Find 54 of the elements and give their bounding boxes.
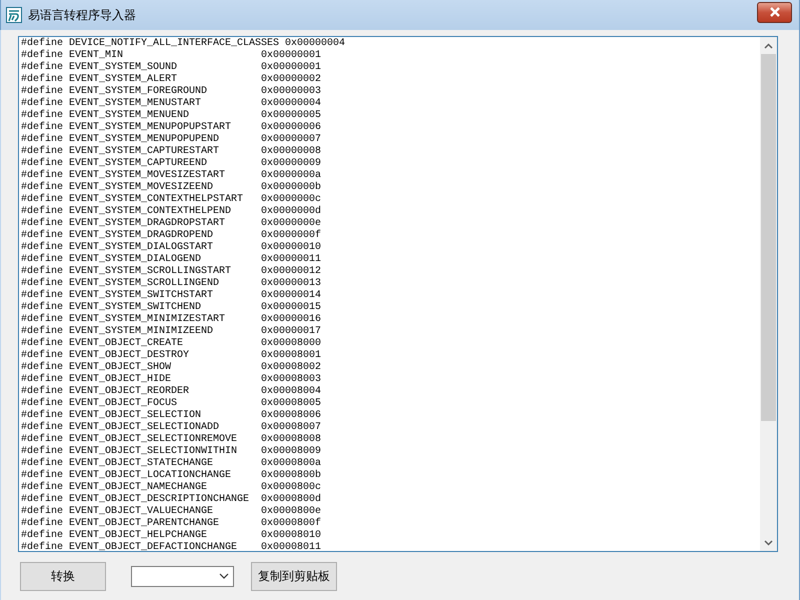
code-line: #define EVENT_OBJECT_SELECTIONADD 0x00008007: [21, 422, 322, 434]
code-line: #define EVENT_SYSTEM_MINIMIZESTART 0x00000016: [21, 314, 322, 326]
code-line: #define EVENT_SYSTEM_FOREGROUND 0x00000003: [21, 86, 322, 98]
code-line: #define EVENT_SYSTEM_CAPTURESTART 0x00000008: [21, 146, 322, 158]
code-line: #define EVENT_SYSTEM_DIALOGSTART 0x00000010: [21, 242, 322, 254]
scroll-up-icon[interactable]: [764, 42, 773, 48]
code-line: #define EVENT_SYSTEM_ALERT 0x00000002: [21, 74, 322, 86]
code-line: #define EVENT_OBJECT_NAMECHANGE 0x0000800c: [21, 482, 322, 494]
code-line: #define EVENT_OBJECT_SELECTIONREMOVE 0x00008008: [21, 434, 322, 446]
code-line: #define EVENT_SYSTEM_DRAGDROPEND 0x0000000f: [21, 230, 322, 242]
code-line: #define EVENT_MIN 0x00000001: [21, 50, 322, 62]
window-title: 易语言转程序导入器: [28, 6, 137, 24]
code-line: #define EVENT_SYSTEM_CAPTUREEND 0x00000009: [21, 158, 322, 170]
scrollbar-thumb[interactable]: [761, 54, 776, 421]
code-line: #define EVENT_SYSTEM_DRAGDROPSTART 0x0000000e: [21, 218, 322, 230]
code-line: #define EVENT_OBJECT_FOCUS 0x00008005: [21, 398, 322, 410]
code-line: #define EVENT_OBJECT_HELPCHANGE 0x00008010: [21, 530, 322, 542]
code-line: #define EVENT_SYSTEM_SCROLLINGSTART 0x00000012: [21, 266, 322, 278]
code-line: #define DEVICE_NOTIFY_ALL_INTERFACE_CLASSES 0x00000004: [21, 38, 346, 50]
code-line: #define EVENT_OBJECT_SELECTION 0x00008006: [21, 410, 322, 422]
code-line: #define EVENT_OBJECT_DEFACTIONCHANGE 0x00008011: [21, 542, 322, 551]
code-line: #define EVENT_SYSTEM_MINIMIZEEND 0x00000017: [21, 326, 322, 338]
code-line: #define EVENT_OBJECT_VALUECHANGE 0x0000800e: [21, 506, 322, 518]
code-line: #define EVENT_SYSTEM_MENUPOPUPEND 0x00000007: [21, 134, 322, 146]
code-line: #define EVENT_OBJECT_SELECTIONWITHIN 0x00008009: [21, 446, 322, 458]
code-line: #define EVENT_OBJECT_CREATE 0x00008000: [21, 338, 322, 350]
caret-icon: [219, 573, 229, 579]
code-line: #define EVENT_SYSTEM_CONTEXTHELPEND 0x0000000d: [21, 206, 322, 218]
code-line: #define EVENT_SYSTEM_CONTEXTHELPSTART 0x0000000c: [21, 194, 322, 206]
code-line: #define EVENT_SYSTEM_MOVESIZEEND 0x0000000b: [21, 182, 322, 194]
code-line: #define EVENT_OBJECT_HIDE 0x00008003: [21, 374, 322, 386]
code-line: #define EVENT_OBJECT_SHOW 0x00008002: [21, 362, 322, 374]
code-line: #define EVENT_SYSTEM_MOVESIZESTART 0x0000000a: [21, 170, 322, 182]
code-line: #define EVENT_SYSTEM_SWITCHEND 0x00000015: [21, 302, 322, 314]
code-line: #define EVENT_OBJECT_REORDER 0x00008004: [21, 386, 322, 398]
code-line: #define EVENT_OBJECT_STATECHANGE 0x0000800a: [21, 458, 322, 470]
close-icon: [768, 7, 780, 17]
code-line: #define EVENT_OBJECT_PARENTCHANGE 0x0000800f: [21, 518, 322, 530]
code-line: #define EVENT_OBJECT_DESCRIPTIONCHANGE 0x0000800d: [21, 494, 322, 506]
code-line: #define EVENT_SYSTEM_SWITCHSTART 0x00000014: [21, 290, 322, 302]
close-button[interactable]: [757, 2, 792, 22]
code-line: #define EVENT_SYSTEM_MENUSTART 0x00000004: [21, 98, 322, 110]
code-line: #define EVENT_SYSTEM_SOUND 0x00000001: [21, 62, 322, 74]
code-line: #define EVENT_OBJECT_DESTROY 0x00008001: [21, 350, 322, 362]
code-line: #define EVENT_SYSTEM_SCROLLINGEND 0x00000013: [21, 278, 322, 290]
scroll-down-icon[interactable]: [764, 540, 773, 546]
code-line: #define EVENT_SYSTEM_DIALOGEND 0x00000011: [21, 254, 322, 266]
code-line: #define EVENT_SYSTEM_MENUEND 0x00000005: [21, 110, 322, 122]
dropdown[interactable]: [131, 566, 234, 586]
convert-button[interactable]: 转换: [20, 562, 106, 590]
app-logo-icon: [6, 7, 22, 23]
code-line: #define EVENT_OBJECT_LOCATIONCHANGE 0x0000800b: [21, 470, 322, 482]
copy-to-clipboard-button[interactable]: 复制到剪贴板: [251, 562, 337, 590]
code-line: #define EVENT_SYSTEM_MENUPOPUPSTART 0x00000006: [21, 122, 322, 134]
